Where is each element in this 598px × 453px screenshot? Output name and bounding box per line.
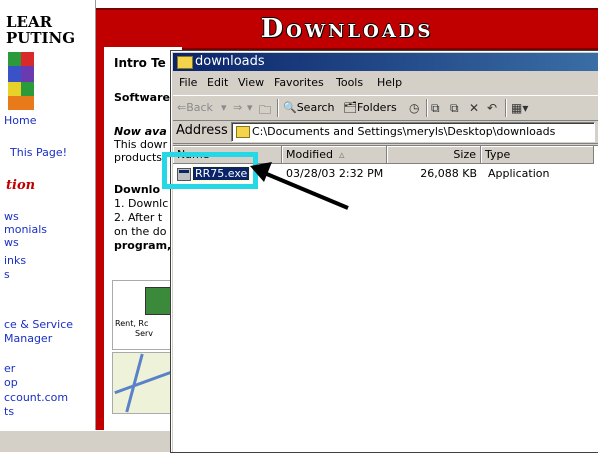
nav-link-er[interactable]: er bbox=[4, 362, 15, 375]
toolbar: ⇐Back ▾ ⇒ ▾ 🗀 🔍Search 🗂Folders ◷ ⧉ ⧉ ✕ ↶… bbox=[173, 95, 598, 121]
highlight-box bbox=[162, 152, 258, 189]
webpage-left-column: LEAR PUTING Home This Page! tion ws moni… bbox=[0, 0, 96, 430]
nav-link-account[interactable]: ccount.com bbox=[4, 391, 68, 404]
folders-button-label: Folders bbox=[356, 101, 397, 114]
address-bar: Address C:\Documents and Settings\meryls… bbox=[173, 121, 598, 144]
product-box-icon bbox=[145, 287, 171, 315]
folder-icon bbox=[177, 56, 193, 69]
nav-link-manager[interactable]: Manager bbox=[4, 332, 52, 345]
menu-edit[interactable]: Edit bbox=[207, 76, 228, 89]
downloads-banner: Downloads bbox=[96, 8, 598, 50]
search-button[interactable]: 🔍Search bbox=[283, 101, 335, 114]
menu-file[interactable]: File bbox=[179, 76, 197, 89]
content-products: products bbox=[114, 151, 163, 164]
column-header-type[interactable]: Type bbox=[481, 146, 594, 164]
content-download-heading: Downlo bbox=[114, 183, 161, 196]
content-this-download: This dowr bbox=[114, 138, 168, 151]
folders-button[interactable]: 🗂Folders bbox=[343, 101, 397, 114]
search-icon: 🔍 bbox=[283, 101, 297, 114]
address-field[interactable]: C:\Documents and Settings\meryls\Desktop… bbox=[231, 122, 595, 142]
up-folder-icon[interactable]: 🗀 bbox=[259, 101, 271, 122]
folders-icon: 🗂 bbox=[343, 101, 357, 114]
logo-text-line1: LEAR bbox=[6, 13, 53, 31]
file-list: Name Modified ▵ Size Type RR75.exe 03/28/… bbox=[173, 145, 598, 452]
content-intro: Intro Te bbox=[114, 56, 166, 70]
column-header-size[interactable]: Size bbox=[387, 146, 481, 164]
file-size: 26,088 KB bbox=[420, 167, 477, 180]
nav-link-links[interactable]: inks bbox=[4, 254, 26, 267]
nav-section-heading: tion bbox=[6, 178, 36, 193]
address-folder-icon bbox=[236, 126, 250, 138]
views-icon[interactable]: ▦▾ bbox=[511, 101, 528, 115]
window-titlebar[interactable]: downloads bbox=[173, 53, 598, 71]
nav-link-testimonials[interactable]: monials bbox=[4, 223, 47, 236]
pointer-arrow-icon bbox=[250, 162, 349, 210]
address-path: C:\Documents and Settings\meryls\Desktop… bbox=[252, 125, 556, 138]
menu-view[interactable]: View bbox=[238, 76, 264, 89]
column-type-label: Type bbox=[485, 148, 511, 161]
content-step-2: 2. After t bbox=[114, 211, 163, 224]
back-button-label: Back bbox=[186, 101, 213, 114]
content-step-1: 1. Downlc bbox=[114, 197, 169, 210]
menu-help[interactable]: Help bbox=[377, 76, 402, 89]
back-dropdown-icon[interactable]: ▾ bbox=[221, 101, 227, 114]
nav-link-this-page[interactable]: This Page! bbox=[10, 146, 67, 159]
back-arrow-icon: ⇐ bbox=[177, 101, 187, 114]
menubar: File Edit View Favorites Tools Help bbox=[173, 73, 598, 93]
logo-text-line2: PUTING bbox=[6, 29, 76, 47]
explorer-window: downloads File Edit View Favorites Tools… bbox=[170, 50, 598, 453]
forward-arrow-icon[interactable]: ⇒ bbox=[233, 101, 242, 114]
history-icon[interactable]: ◷ bbox=[409, 101, 419, 115]
nav-link-op[interactable]: op bbox=[4, 376, 18, 389]
move-to-icon[interactable]: ⧉ bbox=[431, 101, 440, 116]
content-software: Software bbox=[114, 91, 170, 104]
window-title: downloads bbox=[195, 54, 265, 69]
back-button[interactable]: ⇐Back bbox=[177, 101, 213, 114]
content-program: program, bbox=[114, 239, 172, 252]
column-size-label: Size bbox=[453, 148, 476, 161]
nav-link-reviews[interactable]: ws bbox=[4, 236, 19, 249]
address-label: Address bbox=[176, 123, 228, 138]
delete-icon[interactable]: ✕ bbox=[469, 101, 479, 115]
file-type: Application bbox=[488, 167, 550, 180]
map-thumbnail[interactable] bbox=[112, 352, 174, 414]
product-thumbnail[interactable]: Rent, Rc Serv bbox=[112, 280, 174, 350]
search-button-label: Search bbox=[296, 101, 335, 114]
banner-title: Downloads bbox=[260, 14, 434, 44]
menu-tools[interactable]: Tools bbox=[336, 76, 363, 89]
undo-icon[interactable]: ↶ bbox=[487, 101, 497, 115]
nav-link-ts[interactable]: ts bbox=[4, 405, 14, 418]
nav-link-s[interactable]: s bbox=[4, 268, 10, 281]
forward-dropdown-icon[interactable]: ▾ bbox=[247, 101, 253, 114]
nav-link-home[interactable]: Home bbox=[4, 114, 36, 127]
product-label-2: Serv bbox=[135, 329, 154, 338]
nav-link-news[interactable]: ws bbox=[4, 210, 19, 223]
copy-to-icon[interactable]: ⧉ bbox=[450, 101, 459, 116]
nav-link-service[interactable]: ce & Service bbox=[4, 318, 73, 331]
product-label: Rent, Rc bbox=[115, 319, 149, 328]
puzzle-logo-icon bbox=[8, 52, 34, 110]
content-on-the-desktop: on the do bbox=[114, 225, 167, 238]
menu-favorites[interactable]: Favorites bbox=[274, 76, 324, 89]
content-now-available: Now ava bbox=[114, 125, 167, 138]
